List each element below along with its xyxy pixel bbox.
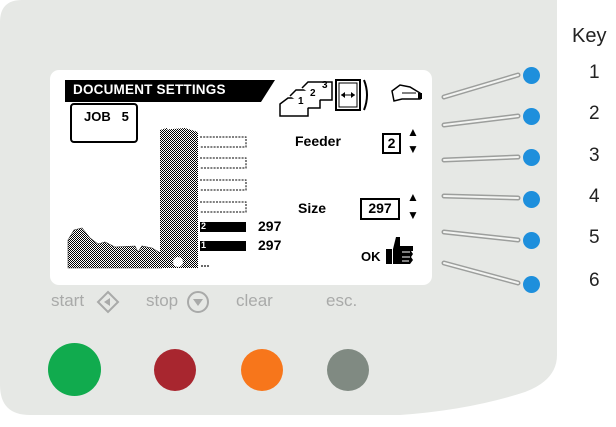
start-button[interactable]: [48, 343, 101, 396]
key-number-2: 2: [589, 103, 600, 124]
side-button-2[interactable]: [523, 108, 540, 125]
stop-icon: [187, 291, 209, 313]
side-button-3[interactable]: [523, 149, 540, 166]
side-button-5[interactable]: [523, 232, 540, 249]
key-number-4: 4: [589, 186, 600, 207]
key-number-1: 1: [589, 62, 600, 83]
key-number-6: 6: [589, 270, 600, 291]
side-button-4[interactable]: [523, 191, 540, 208]
start-label: start: [51, 291, 85, 310]
esc-button[interactable]: [327, 349, 369, 391]
esc-label: esc.: [326, 291, 358, 310]
key-title: Key: [572, 25, 607, 47]
side-button-6[interactable]: [523, 276, 540, 293]
stop-button[interactable]: [154, 349, 196, 391]
side-button-1[interactable]: [523, 67, 540, 84]
clear-label: clear: [236, 291, 273, 310]
stop-label: stop: [146, 291, 179, 310]
clear-button[interactable]: [241, 349, 283, 391]
key-number-3: 3: [589, 145, 600, 166]
start-icon: [96, 290, 120, 314]
key-number-5: 5: [589, 227, 600, 248]
